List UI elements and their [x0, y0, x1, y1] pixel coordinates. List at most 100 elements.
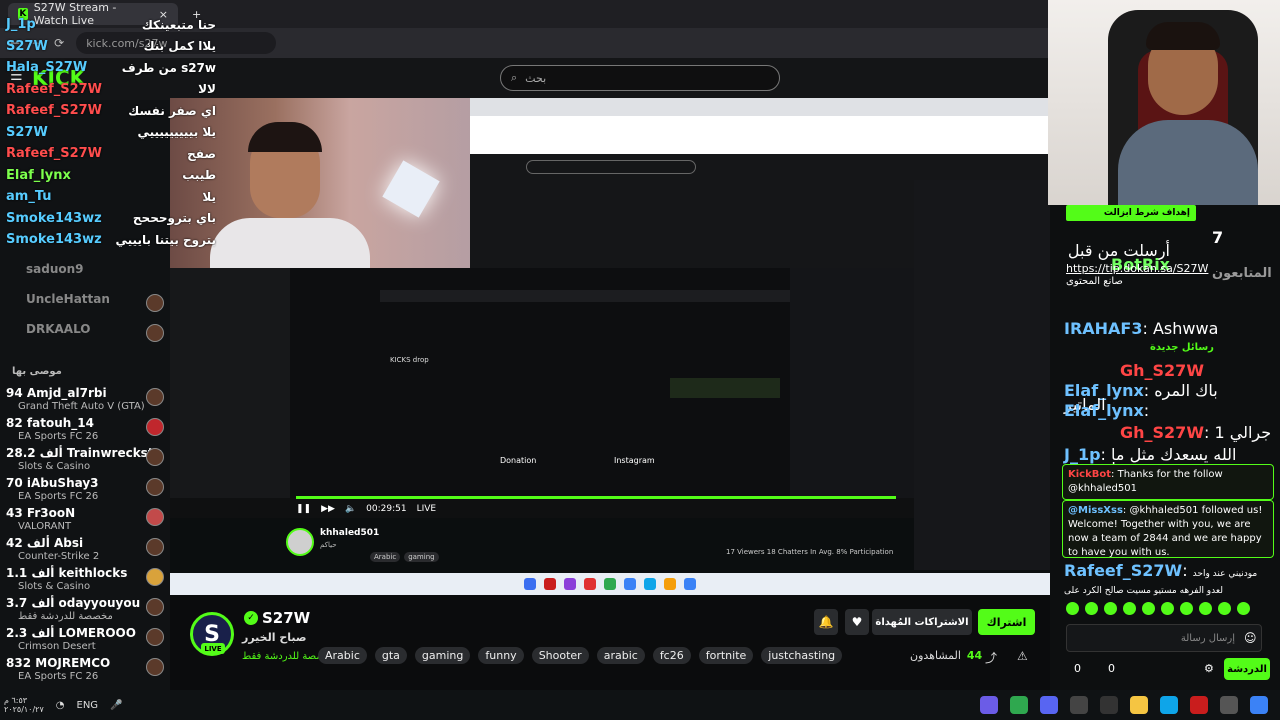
- tag[interactable]: Arabic: [318, 647, 367, 664]
- overlay-chat-line: Hala_S27W من طرف s27w: [6, 57, 216, 79]
- volume-icon[interactable]: 🔈: [345, 504, 356, 514]
- app-icon: [664, 578, 676, 590]
- tag[interactable]: gta: [374, 647, 407, 664]
- tag[interactable]: justchasting: [761, 647, 843, 664]
- folder-icon[interactable]: [1130, 696, 1148, 714]
- app-icon[interactable]: [1190, 696, 1208, 714]
- viewers-number: 44: [966, 649, 983, 662]
- avatar: [146, 628, 164, 646]
- skip-icon[interactable]: ▶▶: [321, 504, 335, 514]
- settings-icon[interactable]: ⚙: [1204, 662, 1214, 675]
- emote-icon[interactable]: [1237, 602, 1250, 615]
- overlay-message: اي صفر نفسك: [128, 103, 216, 118]
- sidebar-channel-name: 28.2 ألف Trainwreckstv: [6, 446, 162, 460]
- app-icon: [624, 578, 636, 590]
- sidebar-channel-name: 43 Fr3ooN: [6, 506, 76, 520]
- edge-icon[interactable]: [1160, 696, 1178, 714]
- captured-goal-bar: [670, 378, 780, 398]
- overlay-user: Elaf_lynx: [6, 167, 71, 183]
- player-progress[interactable]: [296, 496, 896, 499]
- avatar: [146, 598, 164, 616]
- chat-message: Gh_S27W: [1120, 361, 1204, 380]
- app-icon: [524, 578, 536, 590]
- points-count: 0: [1074, 662, 1081, 675]
- clock[interactable]: ٦:٥٣ م ٢٠٢٥/١٠/٢٧: [4, 696, 44, 714]
- tag[interactable]: gaming: [414, 647, 471, 664]
- tag[interactable]: fortnite: [698, 647, 754, 664]
- tag[interactable]: funny: [478, 647, 524, 664]
- tag[interactable]: arabic: [596, 647, 645, 664]
- bell-button[interactable]: 🔔: [814, 609, 838, 635]
- overlay-message: بتروح بيتنا بايييي: [115, 232, 217, 247]
- app-icon: [604, 578, 616, 590]
- tag[interactable]: fc26: [652, 647, 691, 664]
- overlay-user: J_1p: [6, 17, 36, 33]
- avatar: [146, 448, 164, 466]
- share-icon[interactable]: ⤴: [985, 649, 997, 666]
- sidebar-channel-name: 3.7 ألف odayyouyou: [6, 596, 141, 610]
- emote-icon[interactable]: [1161, 602, 1174, 615]
- app-icon: [644, 578, 656, 590]
- app-icon[interactable]: [1070, 696, 1088, 714]
- channel-name[interactable]: S27W: [262, 609, 310, 627]
- emote-icon[interactable]: [1142, 602, 1155, 615]
- emote-icon[interactable]: [1180, 602, 1193, 615]
- mic-icon[interactable]: 🎤: [110, 700, 122, 711]
- avatar: [146, 478, 164, 496]
- captured-channel-header: [380, 290, 790, 302]
- sidebar-channel-category: EA Sports FC 26: [18, 671, 99, 682]
- app-icon[interactable]: [980, 696, 998, 714]
- live-indicator: LIVE: [416, 504, 437, 514]
- follow-button[interactable]: ♥: [845, 609, 869, 635]
- avatar: [146, 658, 164, 676]
- avatar: [146, 568, 164, 586]
- player-controls: ❚❚ ▶▶ 🔈 00:29:51 LIVE: [296, 500, 896, 518]
- subscribe-button[interactable]: اشتراك: [978, 609, 1035, 635]
- tag[interactable]: Shooter: [531, 647, 589, 664]
- emote-icon[interactable]: [1218, 602, 1231, 615]
- report-icon[interactable]: ⚠: [1017, 649, 1028, 663]
- channel-info: S LIVE ✓ S27W صباح الخيرر مخصصة للدردشة …: [170, 595, 1050, 690]
- sidebar-channel-category: Grand Theft Auto V (GTA): [18, 401, 145, 412]
- emote-icon[interactable]: [1085, 602, 1098, 615]
- emote-icon[interactable]: [1123, 602, 1136, 615]
- missxss-message: @MissXss: @khhaled501 followed us! Welco…: [1062, 500, 1274, 558]
- chat-send-button[interactable]: الدردشة: [1224, 658, 1270, 680]
- chrome-icon[interactable]: [1010, 696, 1028, 714]
- captured-sidebar: [170, 268, 290, 498]
- overlay-message: يلا بيييييييييي: [137, 125, 216, 140]
- wifi-icon[interactable]: ◔: [56, 700, 65, 711]
- windows-start-icon[interactable]: [1250, 696, 1268, 714]
- search-placeholder: بحث: [525, 71, 547, 85]
- emoji-icon[interactable]: ☺: [1244, 631, 1257, 645]
- search-icon: ⌕: [511, 71, 518, 84]
- app-icon[interactable]: [1100, 696, 1118, 714]
- tip-link-sub: صانع المحتوى: [1066, 276, 1123, 287]
- gift-subs-button[interactable]: الاشتراكات المُهداة: [872, 609, 972, 635]
- overlay-user: S27W: [6, 38, 48, 54]
- webcam-hair: [1146, 22, 1220, 50]
- lang-indicator[interactable]: ENG: [77, 700, 99, 711]
- chat-input[interactable]: إرسال رسالة: [1066, 624, 1262, 652]
- tip-link[interactable]: https://tip.dokan.sa/S27W: [1066, 262, 1208, 275]
- emote-icon[interactable]: [1104, 602, 1117, 615]
- app-icon[interactable]: [1220, 696, 1238, 714]
- captured-search: [526, 160, 696, 174]
- avatar: [146, 508, 164, 526]
- discord-icon[interactable]: [1040, 696, 1058, 714]
- emote-icon[interactable]: [1066, 602, 1079, 615]
- play-pause-icon[interactable]: ❚❚: [296, 504, 311, 514]
- webcam-shirt: [210, 218, 370, 268]
- chat-message: Rafeef_S27W: مودنيني عند واحد لعدو الفره…: [1064, 561, 1258, 597]
- pinned-banner[interactable]: إهداف شرط ابزالت: [1066, 205, 1196, 221]
- webcam-shirt: [1118, 120, 1258, 205]
- emote-icon[interactable]: [1199, 602, 1212, 615]
- sidebar-item-drkaalo[interactable]: DRKAALO: [6, 322, 166, 362]
- search-input[interactable]: ⌕ بحث: [500, 65, 780, 91]
- chat-message: Gh_S27W: جرالي 1: [1120, 423, 1272, 442]
- captured-channel-name: khhaled501: [320, 528, 380, 538]
- avatar: [146, 388, 164, 406]
- webcam-hair: [248, 122, 322, 152]
- windows-taskbar: ٦:٥٣ م ٢٠٢٥/١٠/٢٧ ◔ ENG 🎤: [0, 690, 1280, 720]
- overlay-chat-line: Smoke143wz بتروح بيتنا بايييي: [6, 229, 216, 251]
